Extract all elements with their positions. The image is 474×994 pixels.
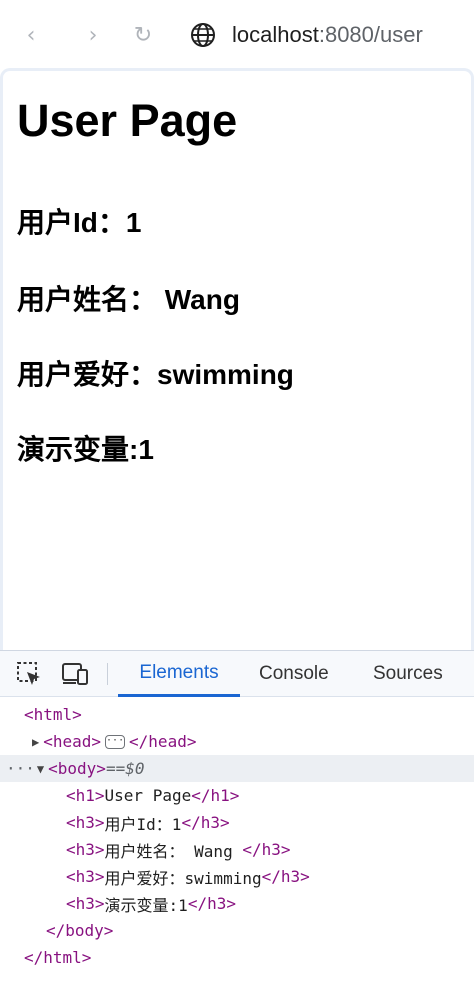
tab-console[interactable]: Console bbox=[259, 651, 329, 697]
reload-icon[interactable]: ↻ bbox=[130, 22, 156, 48]
device-toolbar-icon[interactable] bbox=[60, 659, 90, 689]
user-hobby-heading: 用户爱好：swimming bbox=[17, 359, 294, 390]
tag-open: <h3> bbox=[66, 813, 105, 832]
node-text: 用户姓名： Wang bbox=[104, 841, 243, 861]
user-id-heading: 用户Id：1 bbox=[17, 207, 142, 238]
dom-node-h3[interactable]: <h3> 用户爱好：swimming </h3> bbox=[0, 863, 474, 890]
tag-open: <h1> bbox=[66, 786, 105, 805]
node-text: 用户Id：1 bbox=[104, 814, 182, 834]
dom-node-h1[interactable]: <h1> User Page </h1> bbox=[0, 782, 474, 809]
expand-triangle-icon[interactable]: ▶ bbox=[32, 735, 39, 749]
browser-toolbar: ‹ › ↻ localhost:8080/user bbox=[0, 0, 474, 68]
body-open-tag: <body> bbox=[48, 759, 106, 778]
demo-variable-heading: 演示变量:1 bbox=[17, 434, 154, 465]
dom-node-html-close[interactable]: </html> bbox=[0, 944, 474, 971]
toolbar-divider bbox=[107, 663, 108, 685]
node-text: User Page bbox=[104, 786, 192, 805]
back-icon[interactable]: ‹ bbox=[18, 22, 44, 48]
tab-elements[interactable]: Elements bbox=[118, 651, 240, 697]
tag-close: </h3> bbox=[261, 867, 310, 886]
node-text: 演示变量:1 bbox=[104, 895, 188, 915]
url-path: :8080/user bbox=[318, 22, 423, 47]
selected-eq: == bbox=[105, 759, 126, 778]
dom-node-h3[interactable]: <h3> 用户Id：1 </h3> bbox=[0, 809, 474, 836]
forward-icon[interactable]: › bbox=[80, 22, 106, 48]
tag-close: </h3> bbox=[181, 813, 230, 832]
address-bar[interactable]: localhost:8080/user bbox=[190, 18, 423, 52]
tab-sources[interactable]: Sources bbox=[373, 651, 443, 697]
html-open-tag: <html> bbox=[24, 705, 82, 724]
globe-icon bbox=[191, 23, 215, 47]
node-text: 用户爱好：swimming bbox=[104, 868, 262, 888]
dom-node-h3[interactable]: <h3> 演示变量:1 </h3> bbox=[0, 890, 474, 917]
dom-node-body[interactable]: ··· ▼ <body> == $0 bbox=[0, 755, 474, 782]
dom-node-body-close[interactable]: </body> bbox=[0, 917, 474, 944]
devtools-panel: Elements Console Sources <html> ▶ <head> ·… bbox=[0, 650, 474, 994]
more-options-icon[interactable]: ··· bbox=[6, 759, 35, 778]
collapse-triangle-icon[interactable]: ▼ bbox=[37, 762, 44, 776]
tag-open: <h3> bbox=[66, 867, 105, 886]
page-viewport: User Page 用户Id：1 用户姓名： Wang 用户爱好：swimmin… bbox=[0, 68, 474, 650]
tag-close: </h3> bbox=[187, 894, 236, 913]
html-close-tag: </html> bbox=[24, 948, 92, 967]
tag-open: <h3> bbox=[66, 894, 105, 913]
url-host: localhost bbox=[232, 22, 319, 47]
user-name-heading: 用户姓名： Wang bbox=[17, 284, 240, 315]
tag-close: </h1> bbox=[191, 786, 240, 805]
dom-node-h3[interactable]: <h3> 用户姓名： Wang </h3> bbox=[0, 836, 474, 863]
inspect-element-icon[interactable] bbox=[14, 659, 44, 689]
body-close-tag: </body> bbox=[46, 921, 114, 940]
devtools-toolbar: Elements Console Sources bbox=[0, 651, 474, 697]
tag-open: <h3> bbox=[66, 840, 105, 859]
page-title: User Page bbox=[17, 95, 238, 146]
dom-node-html[interactable]: <html> bbox=[0, 701, 474, 728]
selected-var: $0 bbox=[125, 759, 145, 778]
collapsed-ellipsis[interactable]: ··· bbox=[105, 734, 126, 749]
head-close-tag: </head> bbox=[129, 732, 197, 751]
dom-node-head[interactable]: ▶ <head> ··· </head> bbox=[0, 728, 474, 755]
tag-close: </h3> bbox=[242, 840, 291, 859]
head-open-tag: <head> bbox=[43, 732, 102, 751]
